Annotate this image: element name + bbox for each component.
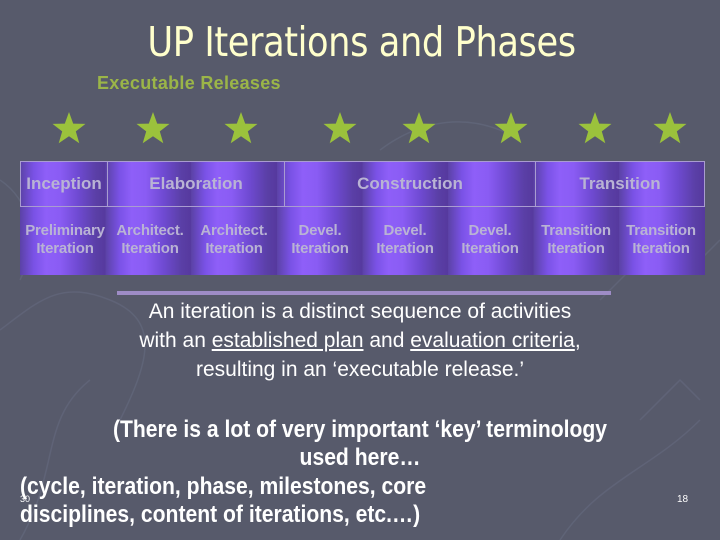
iteration-label: Transition Iteration	[541, 222, 611, 257]
phase-row: Inception Elaboration Construction Trans…	[20, 161, 705, 207]
executable-releases-label: Executable Releases	[97, 73, 281, 93]
term-established-plan: established plan	[211, 329, 364, 352]
term-evaluation-criteria: evaluation criteria	[410, 329, 575, 352]
note-line-2: used here…	[299, 444, 421, 471]
phase-transition: Transition	[579, 174, 661, 193]
note-line-3: (cycle, iteration, phase, milestones, co…	[20, 473, 427, 500]
star-icon	[493, 110, 529, 146]
phase-inception: Inception	[21, 162, 108, 206]
iteration-label: Architect. Iteration	[116, 222, 184, 257]
iteration-definition: An iteration is a distinct sequence of a…	[139, 300, 581, 381]
star-icon	[223, 110, 259, 146]
note-line-1: (There is a lot of very important ‘key’ …	[112, 416, 608, 443]
star-icon	[51, 110, 87, 146]
iteration-label: Transition Iteration	[626, 222, 696, 257]
phase-construction: Construction	[285, 162, 536, 206]
note-line-4: disciplines, content of iterations, etc.…	[20, 501, 421, 528]
star-icon	[401, 110, 437, 146]
page-number: 18	[677, 494, 689, 505]
divider-bar	[117, 291, 611, 295]
star-icon	[135, 110, 171, 146]
star-icon	[577, 110, 613, 146]
slide-title: UP Iterations and Phases	[147, 18, 576, 66]
star-icon	[652, 110, 688, 146]
iteration-label: Devel. Iteration	[291, 222, 349, 257]
iteration-label: Devel. Iteration	[376, 222, 434, 257]
star-icon	[322, 110, 358, 146]
slide-number-left: 30	[20, 494, 31, 504]
iteration-label: Preliminary Iteration	[25, 222, 105, 257]
iteration-label: Devel. Iteration	[461, 222, 519, 257]
phase-iteration-diagram: Inception Elaboration Construction Trans…	[20, 161, 705, 275]
phase-elaboration: Elaboration	[108, 162, 285, 206]
iteration-label: Architect. Iteration	[200, 222, 268, 257]
